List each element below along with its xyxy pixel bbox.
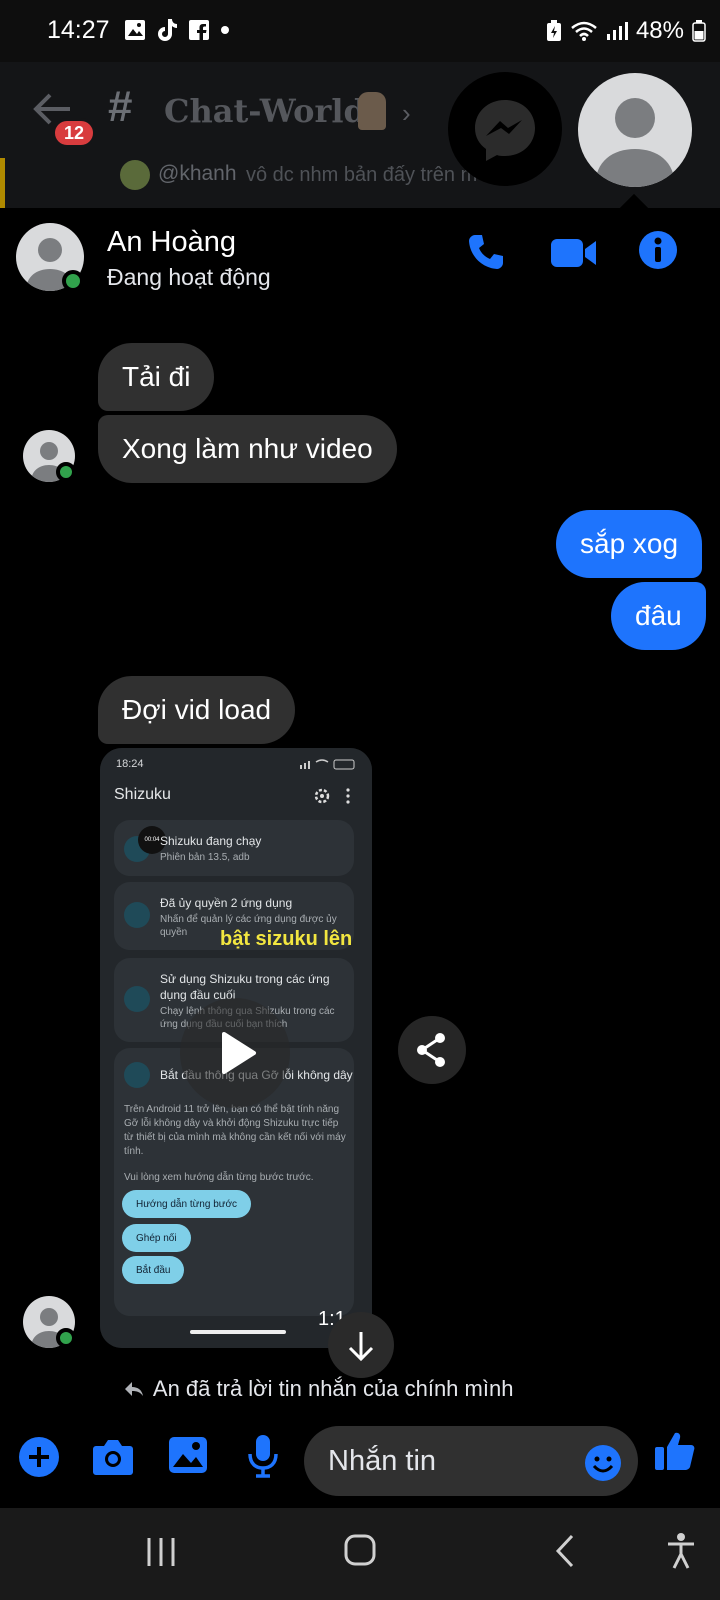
unread-badge: 12 (52, 118, 96, 148)
contact-chat-head[interactable] (578, 73, 692, 187)
info-icon[interactable] (638, 230, 678, 270)
contact-status: Đang hoạt động (107, 264, 271, 290)
pair-button: Ghép nối (122, 1224, 191, 1252)
card-title: Đã ủy quyền 2 ứng dụng (160, 896, 293, 910)
message-bubble-received[interactable]: Xong làm như video (98, 415, 397, 483)
wifi-icon (124, 1062, 150, 1088)
card-body: Vui lòng xem hướng dẫn từng bước trước. (124, 1172, 314, 1183)
back-icon[interactable] (554, 1534, 576, 1568)
contact-name[interactable]: An Hoàng (107, 226, 236, 259)
message-text: Tải đi (122, 361, 191, 392)
message-text: đâu (635, 600, 682, 631)
video-app-title: Shizuku (114, 786, 171, 803)
battery-icon (692, 20, 706, 42)
card-body: từ thiết bị của mình mà không cần kết nố… (124, 1132, 346, 1143)
share-button[interactable] (398, 1016, 466, 1084)
message-text: Đợi vid load (122, 694, 272, 725)
status-card: 00:04 Shizuku đang chạy Phiên bản 13.5, … (114, 820, 354, 876)
home-icon[interactable] (344, 1534, 376, 1566)
share-icon (417, 1033, 445, 1067)
battery-percent: 48% (635, 17, 684, 44)
card-subtitle: Nhấn để quản lý các ứng dụng được ủy (160, 914, 337, 925)
message-text: Xong làm như video (122, 433, 373, 464)
card-subtitle: Phiên bản 13.5, adb (160, 852, 250, 863)
moai-emoji-icon (358, 92, 386, 130)
notification-icons (124, 18, 230, 42)
recent-apps-icon[interactable] (146, 1536, 176, 1568)
accessibility-icon[interactable] (666, 1532, 696, 1570)
scroll-to-bottom-button[interactable] (328, 1312, 394, 1378)
terminal-icon (124, 986, 150, 1012)
status-bar: 14:27 48% (0, 0, 720, 62)
system-icons: 48% (546, 17, 706, 45)
card-body: Gỡ lỗi không dây và khởi động Shizuku tr… (124, 1118, 339, 1129)
online-indicator (62, 270, 84, 292)
message-bubble-sent[interactable]: đâu (611, 582, 706, 650)
channel-name[interactable]: Chat-World- (164, 92, 379, 130)
facebook-icon (189, 20, 209, 41)
thumbs-up-icon[interactable] (654, 1430, 696, 1472)
card-subtitle: quyền (160, 927, 188, 938)
tiktok-icon (158, 19, 177, 41)
image-icon[interactable] (168, 1436, 208, 1474)
system-navigation-bar (0, 1508, 720, 1600)
camera-icon[interactable] (92, 1438, 134, 1476)
emoji-icon[interactable] (584, 1444, 622, 1482)
more-vertical-icon (346, 788, 350, 804)
card-body: tính. (124, 1146, 144, 1157)
online-indicator (56, 1328, 76, 1348)
battery-saver-icon (546, 20, 561, 41)
card-title: Shizuku đang chạy (160, 834, 262, 848)
phone-call-icon[interactable] (466, 232, 506, 272)
dot-icon (221, 26, 229, 34)
messenger-chat-head[interactable] (448, 72, 562, 186)
default-avatar-icon (595, 98, 675, 187)
gear-icon (124, 902, 150, 928)
video-call-icon[interactable] (550, 236, 598, 270)
video-status-time: 18:24 (116, 758, 144, 770)
mention-text: @khanh (158, 162, 237, 185)
avatar (120, 160, 150, 190)
message-composer (0, 1414, 720, 1508)
video-message[interactable]: 18:24 Shizuku 00:04 Shizuku đang chạy Ph… (100, 748, 372, 1348)
add-icon[interactable] (18, 1436, 60, 1478)
arrow-down-icon (348, 1332, 374, 1362)
start-button: Bắt đầu (122, 1256, 185, 1284)
reply-notice-text: An đã trả lời tin nhắn của chính mình (152, 1376, 514, 1401)
message-bubble-received[interactable]: Đợi vid load (98, 676, 296, 744)
wifi-icon (571, 21, 597, 41)
microphone-icon[interactable] (248, 1434, 278, 1478)
guide-button: Hướng dẫn từng bước (122, 1190, 252, 1218)
gallery-icon (125, 20, 145, 40)
settings-gear-icon (314, 788, 330, 804)
preview-text: vô dc nhm bản đấy trên m (246, 164, 478, 186)
play-icon (222, 1032, 256, 1074)
play-button[interactable] (180, 998, 290, 1108)
signal-icon (606, 22, 628, 40)
chat-header: An Hoàng Đang hoạt động (0, 208, 720, 298)
video-status-icons (300, 759, 355, 770)
messenger-icon (475, 100, 535, 161)
clock: 14:27 (47, 16, 110, 44)
online-indicator (56, 462, 76, 482)
reply-icon (125, 1382, 143, 1396)
video-caption: bật sizuku lên (220, 928, 353, 950)
video-home-indicator (190, 1330, 286, 1334)
card-title: Sử dụng Shizuku trong các ứng (160, 972, 330, 986)
chevron-right-icon: › (402, 98, 411, 128)
message-bubble-sent[interactable]: sắp xog (556, 510, 703, 578)
reply-notice: An đã trả lời tin nhắn của chính mình (124, 1376, 513, 1402)
channel-hash-icon: # (108, 82, 133, 131)
message-text: sắp xog (580, 528, 679, 559)
message-bubble-received[interactable]: Tải đi (98, 343, 215, 411)
